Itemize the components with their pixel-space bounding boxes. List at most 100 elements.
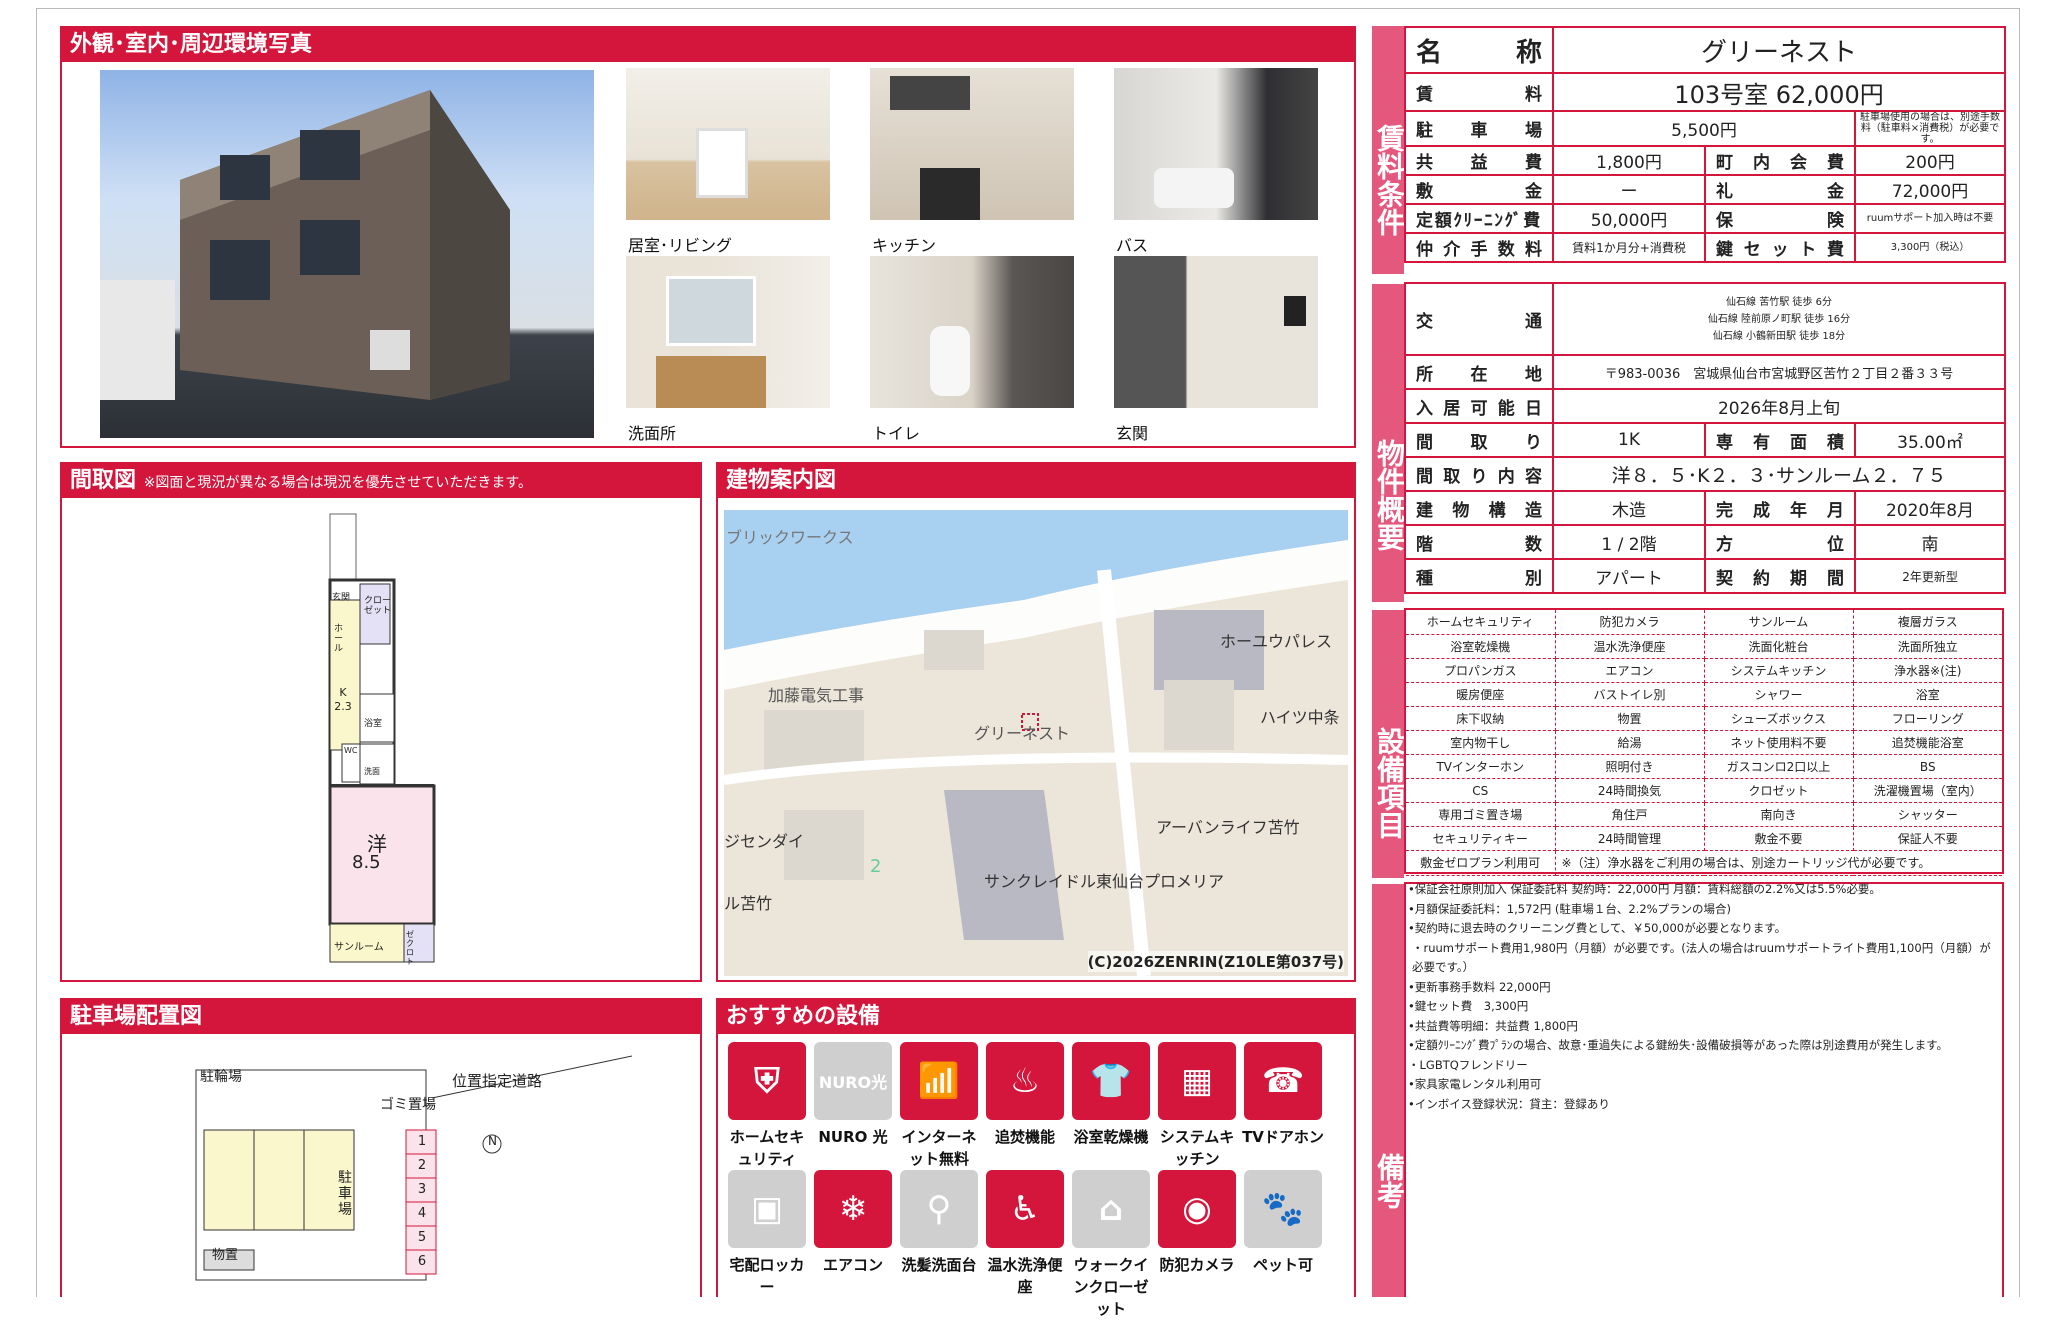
equipment-item: セキュリティキー: [1406, 826, 1556, 852]
recommend-item-label: 浴室乾燥機: [1073, 1128, 1149, 1146]
floorplan-bath-label: 浴室: [364, 719, 383, 729]
photos-panel-title: 外観･室内･周辺環境写真: [62, 28, 1354, 62]
floorplan-sunroom-label: サンルーム: [334, 942, 384, 953]
equipment-item: フローリング: [1853, 706, 2002, 731]
layout-detail-label: 間 取 り 内 容: [1404, 456, 1554, 492]
map-label: サンクレイドル東仙台プロメリア: [984, 872, 1225, 891]
map-label: アーバンライフ苫竹: [1156, 818, 1300, 837]
equipment-table: ホームセキュリティ 防犯カメラ サンルーム 複層ガラス 浴室乾燥機 温水洗浄便座 洗面化粧台…: [1406, 610, 2002, 876]
entrance-photo[interactable]: [1114, 256, 1318, 408]
recommend-item-label: 宅配ロッカー: [729, 1256, 805, 1296]
remark-line: •更新事務手数料 22,000円: [1408, 979, 1551, 994]
equipment-item: 24時間換気: [1555, 778, 1705, 804]
map-label: 加藤電気工事: [768, 686, 865, 705]
wifi-icon: 📶: [900, 1042, 978, 1120]
transport-line: 仙石線 小鶴新田駅 徒歩 18分: [1712, 330, 1846, 342]
recommend-panel-title: おすすめの設備: [718, 1000, 1354, 1034]
common-fee-label: 共 益 費: [1404, 145, 1554, 176]
transport-line: 仙石線 陸前原ノ町駅 徒歩 16分: [1707, 313, 1851, 325]
map-label: ホーユウパレス: [1220, 632, 1333, 651]
floorplan-panel-title: 間取図 ※図面と現況が異なる場合は現況を優先させていただきます。: [62, 464, 700, 498]
remark-line: •定額ｸﾘｰﾆﾝｸﾞ費ﾌﾟﾗﾝの場合、故意･重過失による鍵紛失･設備破損等があっ…: [1408, 1038, 1949, 1052]
layout: 1K: [1552, 422, 1706, 458]
layout-detail: 洋８．５･K２．３･サンルーム２．７５: [1551, 456, 2007, 492]
area-map[interactable]: ブリックワークス 加藤電気工事 グリーネスト ホーユウパレス ハイツ中条 アーバ…: [724, 510, 1348, 976]
available-date: 2026年8月上旬: [1551, 388, 2007, 424]
map-label-property: グリーネスト: [974, 724, 1071, 743]
photo-caption: バス: [1116, 236, 1149, 255]
parking-road-label: 位置指定道路: [452, 1072, 543, 1090]
equipment-item: 浴室: [1853, 682, 2002, 707]
parking-area-label: 駐 車 場: [338, 1170, 352, 1218]
remark-line: ・ruumサポート費用1,980円（月額）が必要です。(法人の場合はruumサポ…: [1412, 940, 1991, 975]
recommend-item-label: インターネット無料: [901, 1128, 977, 1168]
cleaning-fee: 50,000円: [1552, 203, 1706, 234]
rent-value: 103号室 62,000円: [1551, 72, 2007, 112]
equipment-item: ガスコンロ2口以上: [1704, 754, 1854, 780]
photos-panel: 外観･室内･周辺環境写真 居室･リビング キッチン バス 洗面所 トイレ 玄関: [60, 26, 1356, 448]
floorplan-kitchen-label: K 2.3: [334, 686, 352, 713]
equipment-item: 南向き: [1704, 802, 1854, 828]
equipment-item: 浴室乾燥機: [1406, 634, 1556, 659]
parking-fee: 5,500円: [1552, 110, 1856, 147]
kitchen-icon: ▦: [1158, 1042, 1236, 1120]
parking-panel-title: 駐車場配置図: [62, 1000, 700, 1034]
structure: 木造: [1552, 490, 1706, 526]
remark-line: •共益費等明細：共益費 1,800円: [1408, 1018, 1578, 1033]
equipment-item: 角住戸: [1555, 802, 1705, 828]
key-money: 72,000円: [1853, 174, 2007, 205]
map-copyright: (C)2026ZENRIN(Z10LE第037号): [1087, 951, 1344, 972]
floorplan-small-closet-label: ゼクロト: [406, 930, 414, 966]
equipment-item: エアコン: [1555, 658, 1705, 683]
remark-line: •鍵セット費 3,300円: [1408, 999, 1529, 1013]
washroom-photo[interactable]: [626, 256, 830, 408]
recommend-item-label: 温水洗浄便座: [987, 1256, 1063, 1296]
parking-panel: 駐車場配置図 駐輪場 ゴミ置場 位置指定道路 駐 車 場 物置 N 1 2 3 …: [60, 998, 702, 1297]
floorplan-note: ※図面と現況が異なる場合は現況を優先させていただきます。: [143, 475, 533, 491]
address: 〒983-0036 宮城県仙台市宮城野区苦竹２丁目２番３３号: [1551, 354, 2007, 390]
recommend-item-label: 追焚機能: [994, 1128, 1055, 1146]
exterior-photo[interactable]: [100, 70, 594, 438]
rent-name-label: 名 称: [1404, 26, 1554, 74]
floorplan-washroom-label: 洗面: [364, 767, 380, 776]
remark-line: •契約時に退去時のクリーニング費として、￥50,000が必要となります。: [1408, 921, 1787, 935]
parking-space-number: 3: [417, 1182, 427, 1197]
toilet-photo[interactable]: [870, 256, 1074, 408]
floorplan-drawing[interactable]: [312, 504, 452, 974]
bath-photo[interactable]: [1114, 68, 1318, 220]
common-fee: 1,800円: [1552, 145, 1706, 176]
photo-caption: キッチン: [872, 236, 937, 255]
equipment-item: 洗濯機置場（室内）: [1853, 778, 2002, 804]
equipment-item: 給湯: [1555, 730, 1705, 756]
deposit-label: 敷 金: [1404, 174, 1554, 205]
remark-line: •保証会社原則加入 保証委託料 契約時：22,000円 月額：賃料総額の2.2%…: [1408, 882, 1881, 896]
address-label: 所 在 地: [1404, 354, 1554, 390]
parking-note: 駐車場使用の場合は、別途手数料（駐車料×消費税）が必要です。: [1853, 110, 2007, 147]
kitchen-photo[interactable]: [870, 68, 1074, 220]
rent-rent-label: 賃 料: [1404, 72, 1554, 112]
deposit: ー: [1552, 174, 1706, 205]
map-panel-title: 建物案内図: [718, 464, 1354, 498]
built-date: 2020年8月: [1853, 490, 2007, 526]
direction: 南: [1853, 524, 2007, 560]
equipment-item: シューズボックス: [1704, 706, 1854, 731]
parking-space-number: 2: [417, 1158, 427, 1173]
equipment-item: 洗面化粧台: [1704, 634, 1854, 659]
equipment-item: 敷金ゼロプラン利用可: [1406, 850, 1556, 876]
equipment-item: 防犯カメラ: [1555, 610, 1705, 635]
floorplan-entrance-label: 玄関: [332, 593, 351, 603]
direction-label: 方 位: [1704, 524, 1856, 560]
floorplan-hall-label: ホ ー ル: [334, 624, 344, 654]
camera-icon: ◉: [1158, 1170, 1236, 1248]
key-set-label: 鍵 セ ッ ト 費: [1704, 232, 1856, 263]
contract-label: 契 約 期 間: [1704, 558, 1856, 594]
equipment-item: TVインターホン: [1406, 754, 1556, 780]
remark-line: •月額保証委託料：1,572円 (駐車場１台、2.2%プランの場合): [1408, 901, 1732, 916]
equipment-note: ※（注）浄水器をご利用の場合は、別途カートリッジ代が必要です。: [1555, 850, 2002, 876]
property-name: グリーネスト: [1551, 26, 2007, 74]
living-photo[interactable]: [626, 68, 830, 220]
property-table: 交 通 仙石線 苦竹駅 徒歩 6分 仙石線 陸前原ノ町駅 徒歩 16分 仙石線 …: [1404, 282, 2007, 594]
available-date-label: 入 居 可 能 日: [1404, 388, 1554, 424]
transport-line: 仙石線 苦竹駅 徒歩 6分: [1726, 296, 1832, 308]
floorplan-wc-label: WC: [344, 746, 358, 755]
